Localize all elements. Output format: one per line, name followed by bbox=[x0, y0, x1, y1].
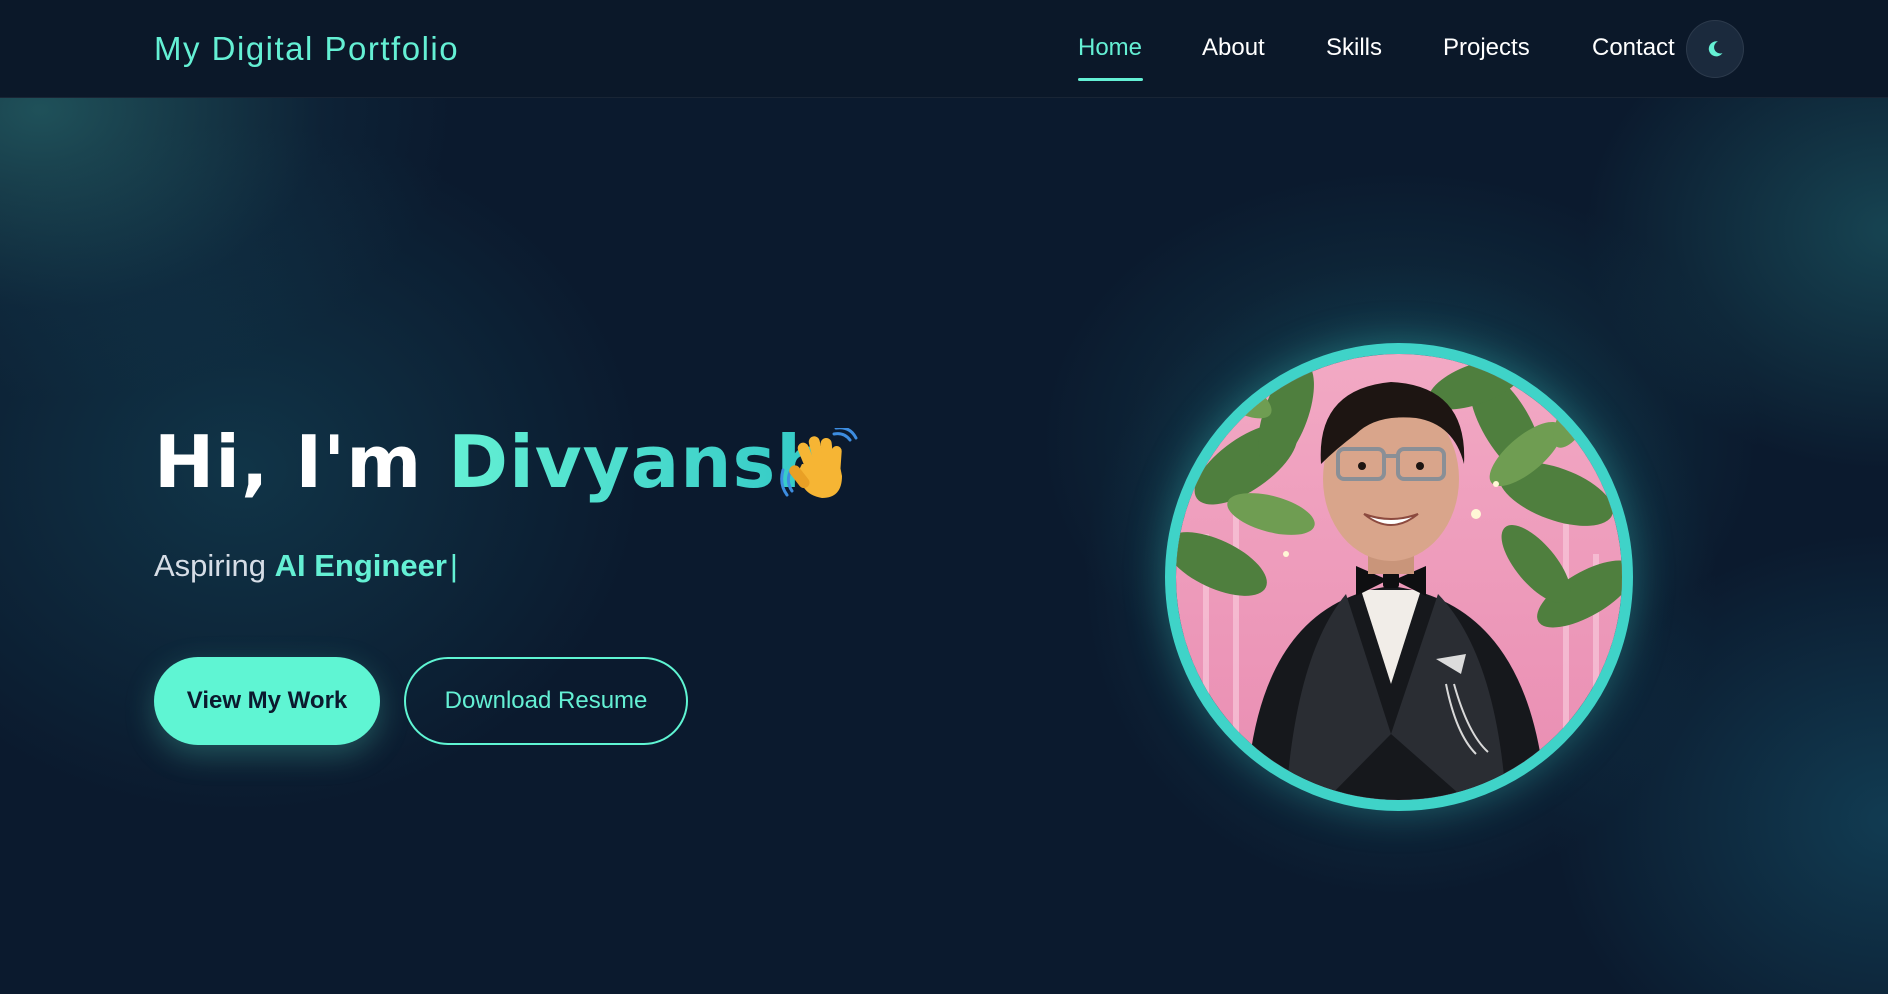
hero-greeting: Hi, I'm bbox=[154, 420, 423, 504]
navbar: My Digital Portfolio Home About Skills P… bbox=[0, 0, 1888, 98]
nav-item-home[interactable]: Home bbox=[1078, 34, 1142, 62]
subtitle-prefix: Aspiring bbox=[154, 548, 266, 583]
nav-item-skills[interactable]: Skills bbox=[1326, 34, 1382, 62]
waving-hand-icon bbox=[780, 428, 858, 498]
theme-toggle-button[interactable] bbox=[1686, 20, 1744, 78]
download-resume-button[interactable]: Download Resume bbox=[404, 657, 688, 745]
profile-photo bbox=[1176, 354, 1622, 800]
active-nav-underline bbox=[1078, 78, 1143, 81]
hero-heading: Hi, I'm Divyansh bbox=[154, 420, 829, 504]
moon-icon bbox=[1708, 41, 1723, 57]
brand-title[interactable]: My Digital Portfolio bbox=[154, 30, 459, 68]
subtitle-role: AI Engineer bbox=[274, 548, 447, 583]
page: My Digital Portfolio Home About Skills P… bbox=[0, 0, 1888, 994]
hero-name: Divyansh bbox=[448, 420, 829, 504]
profile-avatar bbox=[1165, 343, 1633, 811]
nav-item-projects[interactable]: Projects bbox=[1443, 34, 1530, 62]
hero-subtitle: Aspiring AI Engineer| bbox=[154, 548, 458, 584]
nav-item-contact[interactable]: Contact bbox=[1592, 34, 1675, 62]
typing-cursor: | bbox=[449, 548, 458, 583]
nav-item-about[interactable]: About bbox=[1202, 34, 1265, 62]
view-my-work-button[interactable]: View My Work bbox=[154, 657, 380, 745]
